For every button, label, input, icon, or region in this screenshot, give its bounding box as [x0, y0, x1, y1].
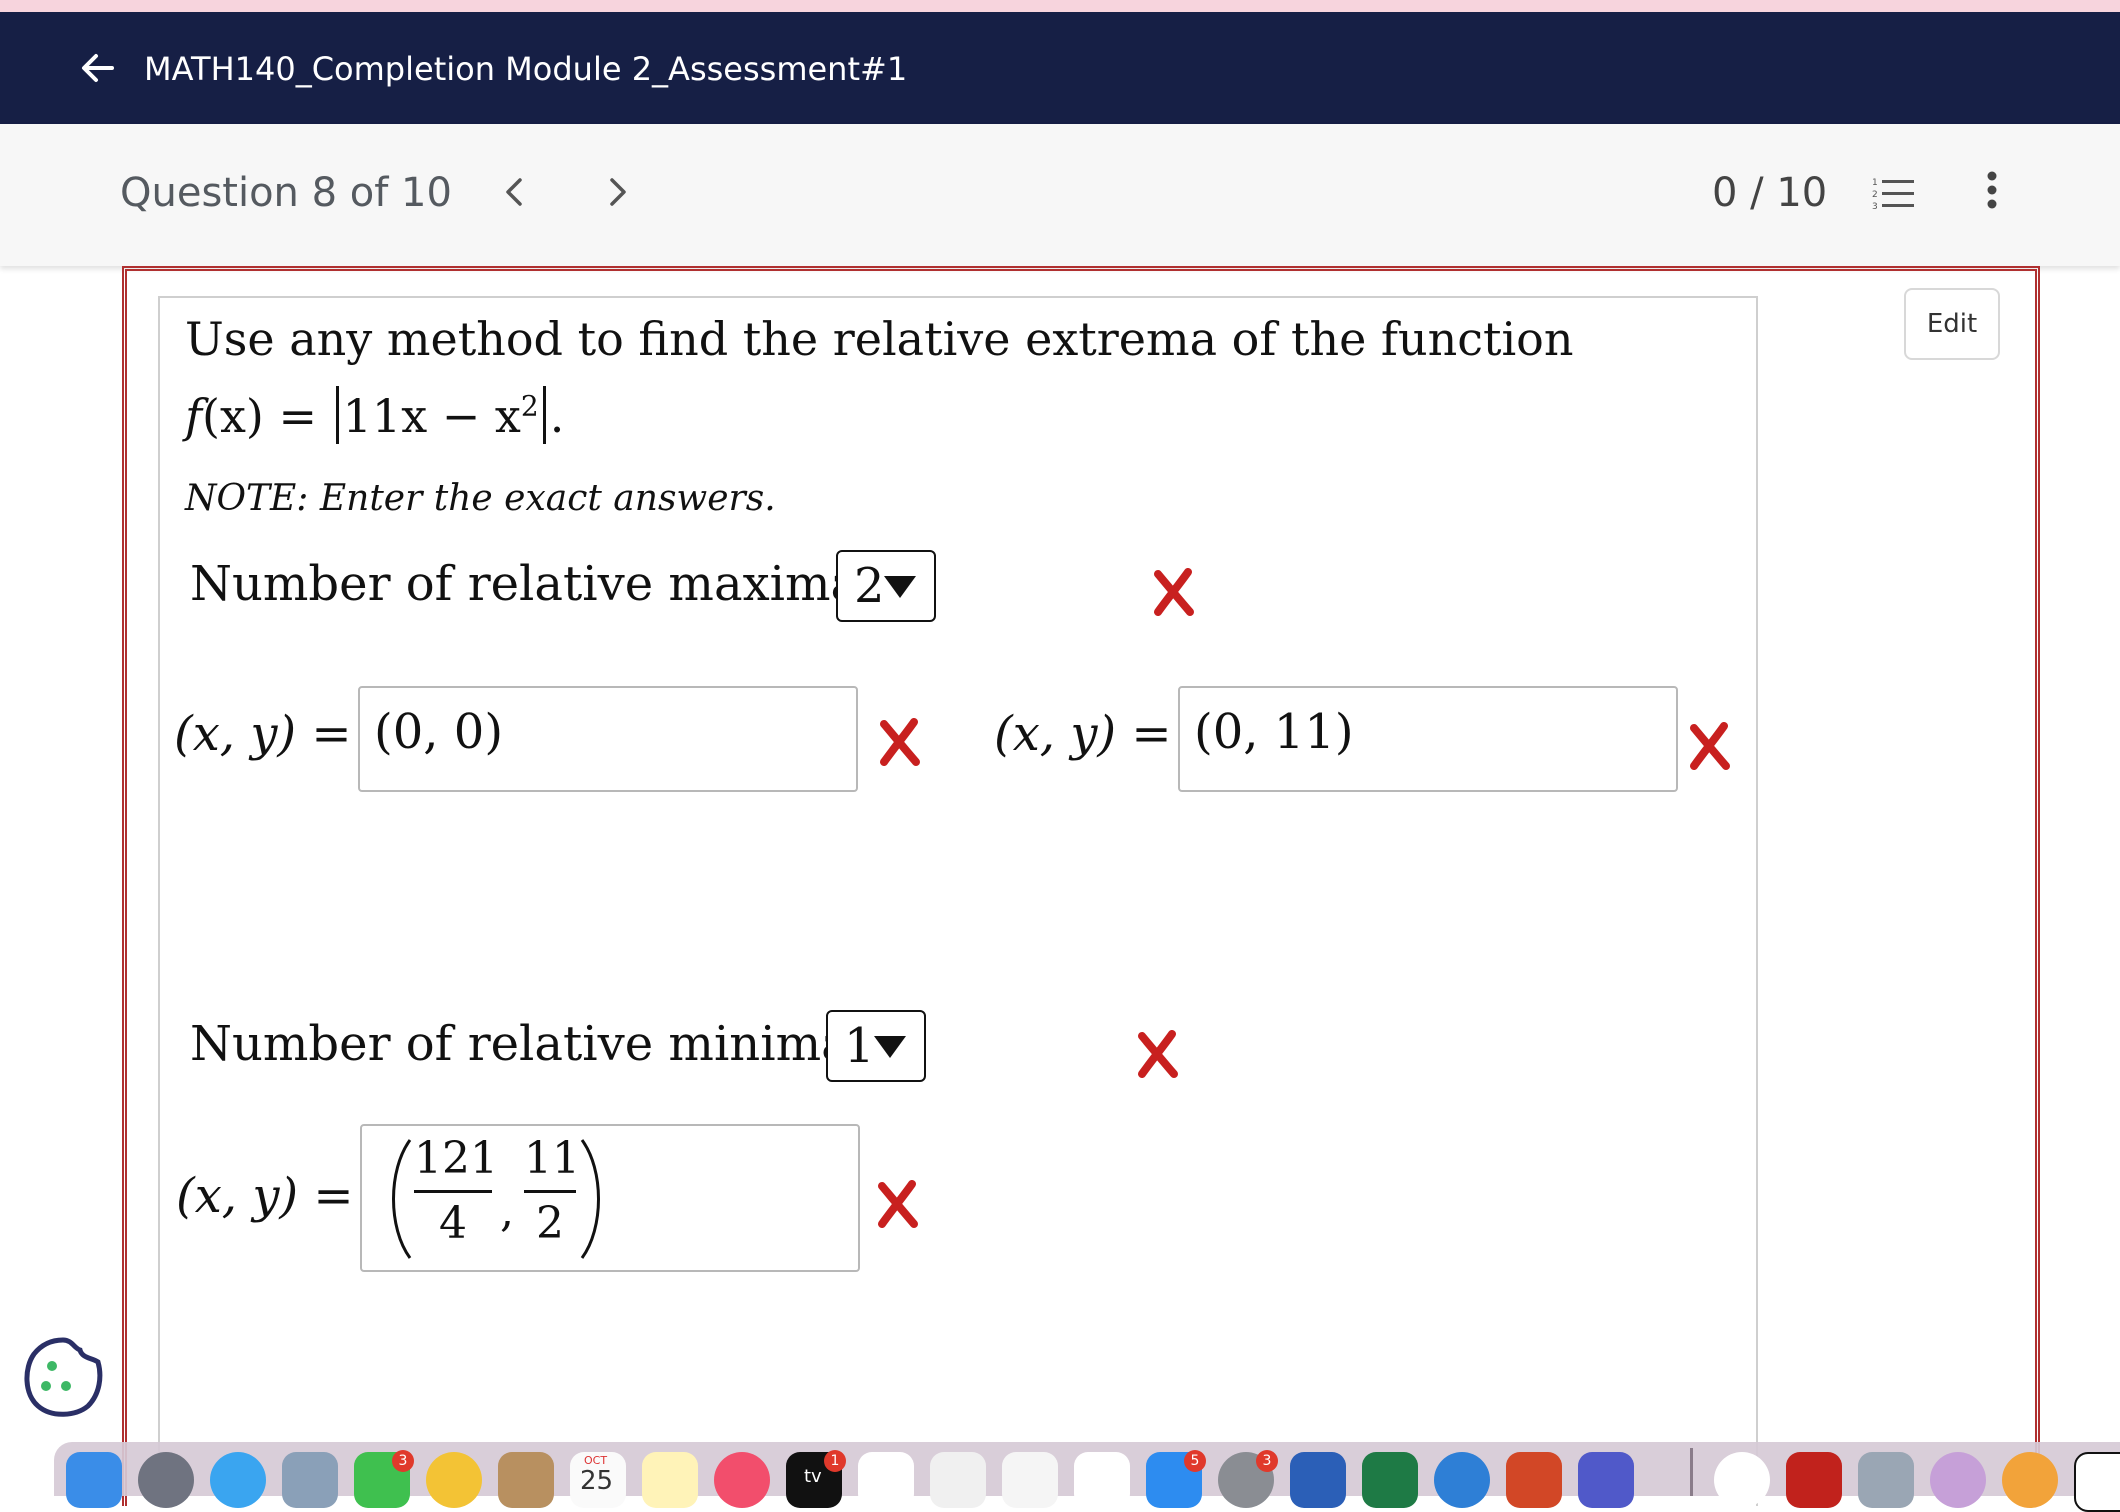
powerpoint-icon[interactable] [1506, 1452, 1562, 1508]
cookie-settings-icon[interactable] [22, 1336, 104, 1418]
automator-icon[interactable] [1930, 1452, 1986, 1508]
function-end: . [549, 389, 565, 443]
reminders-icon[interactable] [930, 1452, 986, 1508]
appletv-icon[interactable]: tv 1 [786, 1450, 846, 1508]
facetime-badge: 3 [392, 1450, 414, 1472]
minima-y-denominator: 2 [536, 1198, 564, 1249]
svg-text:2: 2 [1872, 190, 1878, 200]
maxima-point-2-input[interactable]: (0, 11) [1178, 686, 1678, 792]
window-top-edge [0, 0, 2120, 12]
question-counter: Question 8 of 10 [120, 170, 452, 216]
minima-count-select[interactable]: 1 [826, 1010, 926, 1082]
launchpad-icon[interactable] [138, 1452, 194, 1508]
photos-icon[interactable] [426, 1452, 482, 1508]
minima-y-numerator: 11 [524, 1133, 580, 1184]
macos-dock: 3 OCT 25 tv 1 5 3 [54, 1442, 2120, 1512]
word-icon[interactable] [1290, 1452, 1346, 1508]
minima-x-denominator: 4 [439, 1198, 467, 1249]
minima-point-1-lhs: (x, y) = [176, 1168, 354, 1224]
svg-text:1: 1 [1872, 178, 1878, 188]
question-prompt: Use any method to find the relative extr… [185, 312, 1574, 366]
minima-x-fraction: 121 4 [414, 1132, 498, 1251]
function-exponent: 2 [520, 389, 539, 423]
appstore-badge: 5 [1184, 1450, 1206, 1472]
left-paren [392, 1139, 412, 1259]
incorrect-x-icon [1690, 722, 1730, 770]
incorrect-x-icon [1138, 1030, 1178, 1078]
contacts-icon[interactable] [498, 1452, 554, 1508]
appstore-icon[interactable]: 5 [1146, 1450, 1206, 1508]
function-expression: f(x) = 11x − x2. [185, 386, 564, 444]
minima-count-label: Number of relative minima: [190, 1016, 866, 1072]
chrome-icon[interactable] [1714, 1452, 1770, 1508]
pages-icon[interactable] [1074, 1452, 1130, 1508]
maxima-point-1-value: (0, 0) [374, 704, 504, 760]
network-utility-icon[interactable] [1434, 1452, 1490, 1508]
score-display: 0 / 10 [1712, 170, 1828, 216]
messages-icon[interactable] [210, 1452, 266, 1508]
chevron-right-icon[interactable] [600, 172, 636, 212]
image-capture-icon[interactable] [1858, 1452, 1914, 1508]
function-name: f [185, 389, 203, 443]
incorrect-x-icon [880, 718, 920, 766]
function-body: 11x − x [342, 389, 521, 443]
fraction-bar [414, 1190, 492, 1193]
maxima-point-1-input[interactable]: (0, 0) [358, 686, 858, 792]
music-icon[interactable] [714, 1452, 770, 1508]
appletv-badge: 1 [824, 1450, 846, 1472]
incorrect-x-icon [1154, 568, 1194, 616]
more-vertical-icon[interactable] [1976, 168, 2008, 212]
notes-icon[interactable] [642, 1452, 698, 1508]
comma-separator: , [500, 1186, 514, 1237]
abs-bar-right [542, 386, 546, 444]
right-paren [580, 1139, 600, 1259]
edit-button[interactable]: Edit [1904, 288, 2000, 360]
quicktime-icon[interactable] [2002, 1452, 2058, 1508]
calendar-day: 25 [580, 1466, 614, 1496]
maxima-count-select[interactable]: 2 [836, 550, 936, 622]
arrow-left-icon[interactable] [76, 46, 120, 90]
maxima-count-value: 2 [854, 558, 885, 614]
incorrect-x-icon [878, 1180, 918, 1228]
preview-icon[interactable] [282, 1452, 338, 1508]
assessment-title: MATH140_Completion Module 2_Assessment#1 [144, 50, 908, 88]
keynote-icon[interactable] [1002, 1452, 1058, 1508]
chevron-left-icon[interactable] [496, 172, 532, 212]
numbers-icon[interactable] [858, 1452, 914, 1508]
minima-count-value: 1 [844, 1018, 875, 1074]
function-arg: (x) = [202, 389, 332, 443]
minima-y-fraction: 11 2 [524, 1132, 580, 1251]
finder-icon[interactable] [66, 1452, 122, 1508]
maxima-count-label: Number of relative maxima: [190, 556, 876, 612]
appletv-label: tv [804, 1466, 822, 1487]
assessment-header: MATH140_Completion Module 2_Assessment#1 [0, 12, 2120, 124]
question-navigation-bar: Question 8 of 10 0 / 10 1 2 3 [0, 124, 2120, 266]
answer-note: NOTE: Enter the exact answers. [185, 478, 776, 519]
abs-bar-left [335, 386, 339, 444]
minima-point-1-input[interactable]: 121 4 , 11 2 [360, 1124, 860, 1272]
caret-down-icon [884, 576, 916, 598]
acrobat-icon[interactable] [1786, 1452, 1842, 1508]
caret-down-icon [874, 1036, 906, 1058]
excel-icon[interactable] [1362, 1452, 1418, 1508]
fraction-bar [524, 1190, 576, 1193]
maxima-point-1-lhs: (x, y) = [174, 706, 352, 762]
system-settings-icon[interactable]: 3 [1218, 1450, 1278, 1508]
numbered-list-icon[interactable]: 1 2 3 [1872, 176, 1916, 212]
teams-icon[interactable] [1578, 1452, 1634, 1508]
calendar-icon[interactable]: OCT 25 [570, 1452, 626, 1508]
svg-text:3: 3 [1872, 202, 1878, 212]
minima-x-numerator: 121 [414, 1133, 498, 1184]
facetime-icon[interactable]: 3 [354, 1450, 414, 1508]
notion-icon[interactable] [2074, 1452, 2120, 1512]
settings-badge: 3 [1256, 1450, 1278, 1472]
maxima-point-2-value: (0, 11) [1194, 704, 1354, 760]
dock-separator [1690, 1448, 1693, 1496]
maxima-point-2-lhs: (x, y) = [994, 706, 1172, 762]
